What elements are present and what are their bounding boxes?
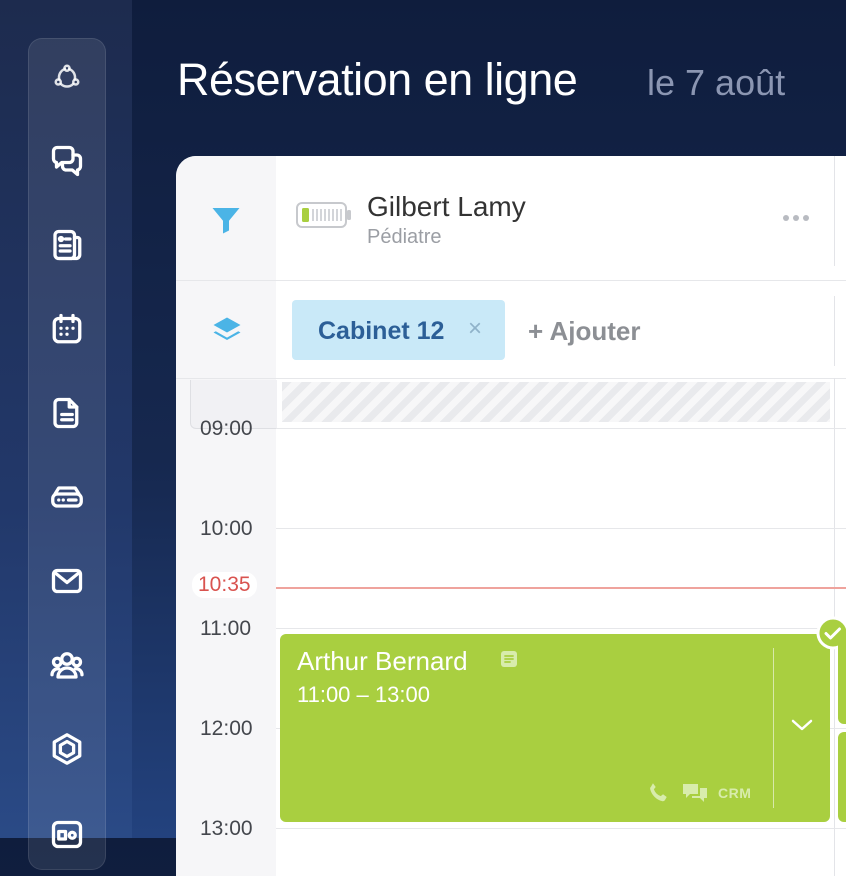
more-options-icon[interactable] — [782, 214, 810, 222]
doctor-role: Pédiatre — [367, 226, 442, 248]
sidebar-item-news[interactable] — [29, 215, 105, 275]
crm-link[interactable]: CRM — [718, 785, 751, 801]
note-icon — [501, 651, 517, 667]
sidebar-item-users[interactable] — [29, 635, 105, 695]
column-divider-top — [834, 156, 835, 266]
page-date: le 7 août — [647, 62, 786, 103]
sidebar-item-storage[interactable] — [29, 467, 105, 527]
chat-icon — [51, 145, 83, 177]
doctor-name: Gilbert Lamy — [367, 191, 526, 222]
message-icon[interactable] — [681, 782, 709, 804]
news-icon — [53, 229, 82, 261]
storage-icon — [51, 486, 83, 508]
column-divider-mid — [834, 296, 835, 366]
time-label-12: 12:00 — [200, 717, 253, 740]
sidebar-item-workflow[interactable] — [29, 47, 105, 107]
grid-line-10 — [276, 528, 846, 529]
header-divider — [176, 280, 846, 281]
grid-line-11 — [276, 628, 846, 629]
sidebar — [28, 38, 106, 870]
cabinet-chip-label: Cabinet 12 — [318, 317, 445, 345]
sidebar-item-calendar[interactable] — [29, 299, 105, 359]
filter-divider — [176, 378, 846, 379]
adjacent-appointment[interactable] — [838, 732, 846, 822]
chevron-down-icon[interactable] — [790, 718, 814, 732]
sidebar-item-mail[interactable] — [29, 551, 105, 611]
current-time-line — [276, 587, 846, 589]
document-icon — [53, 397, 79, 429]
sidebar-item-contacts[interactable] — [29, 803, 105, 863]
add-filter-button[interactable]: + Ajouter — [528, 316, 640, 347]
current-time-label: 10:35 — [192, 572, 257, 598]
id-card-icon — [51, 820, 83, 849]
appointment-patient-name: Arthur Bernard — [297, 646, 468, 676]
time-label-10: 10:00 — [200, 517, 253, 540]
time-gutter — [176, 156, 276, 876]
time-label-11: 11:00 — [200, 617, 251, 640]
hexagon-icon — [52, 733, 82, 765]
grid-line-13 — [276, 828, 846, 829]
chip-close-icon[interactable]: × — [468, 315, 482, 343]
mail-icon — [51, 568, 83, 594]
battery-status-icon — [296, 202, 351, 228]
sidebar-item-integrations[interactable] — [29, 719, 105, 779]
time-label-13: 13:00 — [200, 817, 253, 840]
calendar-icon — [52, 313, 82, 344]
users-icon — [50, 652, 84, 679]
adjacent-appointment[interactable] — [838, 634, 846, 724]
phone-icon[interactable] — [647, 781, 669, 803]
cabinet-filter-chip[interactable]: Cabinet 12 × — [292, 300, 505, 360]
appointment-card[interactable]: Arthur Bernard 11:00 – 13:00 CRM — [280, 634, 830, 822]
unavailable-block — [282, 382, 830, 422]
filter-icon[interactable] — [208, 202, 244, 238]
schedule-card: Gilbert Lamy Pédiatre Cabinet 12 × + Ajo… — [176, 156, 846, 876]
workflow-icon — [54, 64, 80, 88]
time-label-09: 09:00 — [200, 417, 253, 440]
appointment-divider — [773, 648, 774, 808]
layers-icon[interactable] — [209, 313, 245, 349]
appointment-time: 11:00 – 13:00 — [297, 682, 430, 707]
grid-line-09 — [276, 428, 846, 429]
page-title: Réservation en ligne — [177, 54, 578, 105]
sidebar-item-documents[interactable] — [29, 383, 105, 443]
sidebar-item-chat[interactable] — [29, 131, 105, 191]
